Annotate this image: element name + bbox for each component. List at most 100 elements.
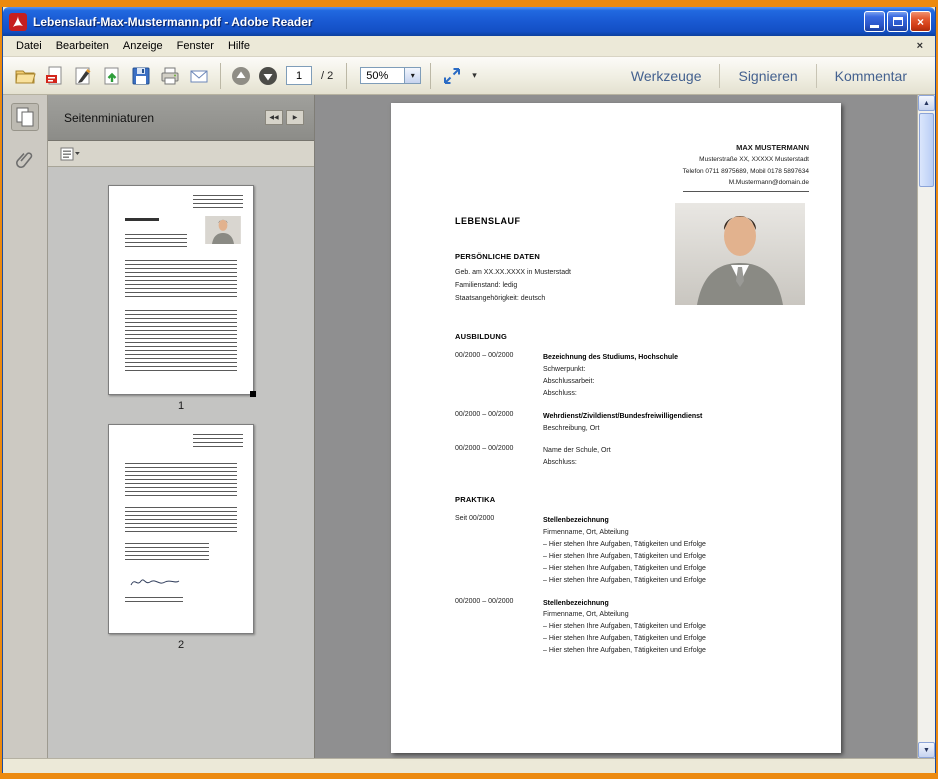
sidebar-header: Seitenminiaturen ◀◀ ▶ <box>48 95 314 141</box>
thumbnail-page-2[interactable] <box>108 424 254 634</box>
entry-line: Abschluss: <box>543 457 809 469</box>
contact-address: Musterstraße XX, XXXXX Musterstadt <box>683 154 809 165</box>
page-thumbnails-panel-icon[interactable] <box>11 103 39 131</box>
thumbnail-options-icon[interactable] <box>60 147 80 161</box>
menu-anzeige[interactable]: Anzeige <box>116 38 170 54</box>
entry-line: Abschlussarbeit: <box>543 376 809 388</box>
thumbnail-text-lines <box>193 195 243 211</box>
thumbnail-text-lines <box>125 310 237 374</box>
thumbnail-photo <box>205 216 241 244</box>
attachments-panel-icon[interactable] <box>11 145 39 173</box>
thumbnail-page-2-label: 2 <box>178 639 184 651</box>
menu-bearbeiten[interactable]: Bearbeiten <box>49 38 116 54</box>
thumbnail-text-lines <box>125 234 187 250</box>
education-heading: AUSBILDUNG <box>455 332 809 341</box>
education-entry: 00/2000 – 00/2000 Name der Schule, Ort A… <box>455 445 809 469</box>
entry-line: – Hier stehen Ihre Aufgaben, Tätigkeiten… <box>543 621 809 633</box>
sidebar-toolbar <box>48 141 314 167</box>
share-upload-icon[interactable] <box>100 64 124 88</box>
education-entry: 00/2000 – 00/2000 Bezeichnung des Studiu… <box>455 352 809 400</box>
collapse-panel-icon[interactable]: ◀◀ <box>265 110 283 125</box>
pdf-page[interactable]: MAX MUSTERMANN Musterstraße XX, XXXXX Mu… <box>391 103 841 753</box>
toolbar: / 2 50% ▾ ▾ Werkzeuge Signieren Kommenta… <box>3 57 935 95</box>
previous-page-icon[interactable] <box>230 65 252 87</box>
praktika-entry: 00/2000 – 00/2000 Stellenbezeichnung Fir… <box>455 598 809 657</box>
maximize-button[interactable] <box>887 11 908 32</box>
menu-fenster[interactable]: Fenster <box>170 38 221 54</box>
thumbnail-page-1-label: 1 <box>178 400 184 412</box>
sign-pen-icon[interactable] <box>71 64 95 88</box>
toolbar-more-dropdown-icon[interactable]: ▾ <box>469 70 480 81</box>
thumbnail-page-1[interactable] <box>108 185 254 395</box>
entry-date: 00/2000 – 00/2000 <box>455 352 543 400</box>
entry-line: Firmenname, Ort, Abteilung <box>543 609 809 621</box>
entry-line: Abschluss: <box>543 388 809 400</box>
entry-line: – Hier stehen Ihre Aufgaben, Tätigkeiten… <box>543 575 809 587</box>
entry-title: Bezeichnung des Studiums, Hochschule <box>543 352 809 364</box>
adobe-reader-icon <box>9 13 27 31</box>
email-icon[interactable] <box>187 64 211 88</box>
adobe-reader-window: Lebenslauf-Max-Mustermann.pdf - Adobe Re… <box>2 7 936 773</box>
werkzeuge-button[interactable]: Werkzeuge <box>613 68 720 84</box>
entry-title: Stellenbezeichnung <box>543 515 809 527</box>
save-icon[interactable] <box>129 64 153 88</box>
entry-line: Schwerpunkt: <box>543 364 809 376</box>
entry-line: – Hier stehen Ihre Aufgaben, Tätigkeiten… <box>543 551 809 563</box>
entry-line: – Hier stehen Ihre Aufgaben, Tätigkeiten… <box>543 645 809 657</box>
scroll-down-icon[interactable]: ▼ <box>918 742 935 758</box>
entry-line: Firmenname, Ort, Abteilung <box>543 527 809 539</box>
fit-window-icon[interactable] <box>440 64 464 88</box>
vertical-scrollbar[interactable]: ▲ ▼ <box>917 95 935 758</box>
entry-date: 00/2000 – 00/2000 <box>455 411 543 435</box>
thumbnail-text-lines <box>125 260 237 300</box>
education-entry: 00/2000 – 00/2000 Wehrdienst/Zivildienst… <box>455 411 809 435</box>
scrollbar-track[interactable] <box>918 111 935 742</box>
contact-email: M.Mustermann@domain.de <box>683 177 809 188</box>
scrollbar-thumb[interactable] <box>919 113 934 187</box>
status-bar <box>3 758 935 773</box>
page-number-input[interactable] <box>286 66 312 85</box>
entry-line: – Hier stehen Ihre Aufgaben, Tätigkeiten… <box>543 539 809 551</box>
entry-title: Stellenbezeichnung <box>543 598 809 610</box>
applicant-photo <box>675 203 805 305</box>
entry-date: 00/2000 – 00/2000 <box>455 598 543 657</box>
signieren-button[interactable]: Signieren <box>720 68 815 84</box>
kommentar-button[interactable]: Kommentar <box>817 68 925 84</box>
title-bar[interactable]: Lebenslauf-Max-Mustermann.pdf - Adobe Re… <box>3 7 935 36</box>
window-title: Lebenslauf-Max-Mustermann.pdf - Adobe Re… <box>33 15 858 29</box>
thumbnail-signature <box>129 575 181 589</box>
thumbnails-list: 1 2 <box>48 167 314 758</box>
create-pdf-icon[interactable] <box>42 64 66 88</box>
praktika-entry: Seit 00/2000 Stellenbezeichnung Firmenna… <box>455 515 809 586</box>
menu-hilfe[interactable]: Hilfe <box>221 38 257 54</box>
zoom-dropdown-icon[interactable]: ▾ <box>404 67 421 84</box>
sidebar-title: Seitenminiaturen <box>64 111 262 125</box>
thumbnail-text-lines <box>125 507 237 535</box>
thumbnail-text-lines <box>193 434 243 448</box>
entry-line: – Hier stehen Ihre Aufgaben, Tätigkeiten… <box>543 633 809 645</box>
entry-line: – Hier stehen Ihre Aufgaben, Tätigkeiten… <box>543 563 809 575</box>
zoom-combobox[interactable]: 50% ▾ <box>360 67 421 84</box>
open-icon[interactable] <box>13 64 37 88</box>
thumbnail-text-lines <box>125 597 183 605</box>
thumbnail-title-line <box>125 218 159 221</box>
close-menubar-icon[interactable]: × <box>911 40 929 52</box>
entry-line: Beschreibung, Ort <box>543 423 809 435</box>
entry-date: 00/2000 – 00/2000 <box>455 445 543 469</box>
menu-datei[interactable]: Datei <box>9 38 49 54</box>
close-button[interactable]: × <box>910 11 931 32</box>
expand-panel-icon[interactable]: ▶ <box>286 110 304 125</box>
print-icon[interactable] <box>158 64 182 88</box>
minimize-button[interactable] <box>864 11 885 32</box>
praktika-heading: PRAKTIKA <box>455 495 809 504</box>
zoom-value[interactable]: 50% <box>360 67 404 84</box>
document-area[interactable]: MAX MUSTERMANN Musterstraße XX, XXXXX Mu… <box>315 95 917 758</box>
thumbnail-selection-handle[interactable] <box>250 391 256 397</box>
scroll-up-icon[interactable]: ▲ <box>918 95 935 111</box>
next-page-icon[interactable] <box>257 65 279 87</box>
contact-phone: Telefon 0711 8975689, Mobil 0178 5897634 <box>683 166 809 177</box>
thumbnail-text-lines <box>125 463 237 497</box>
thumbnails-sidebar: Seitenminiaturen ◀◀ ▶ <box>48 95 315 758</box>
thumbnail-text-lines <box>125 543 209 561</box>
contact-block: MAX MUSTERMANN Musterstraße XX, XXXXX Mu… <box>683 141 809 192</box>
